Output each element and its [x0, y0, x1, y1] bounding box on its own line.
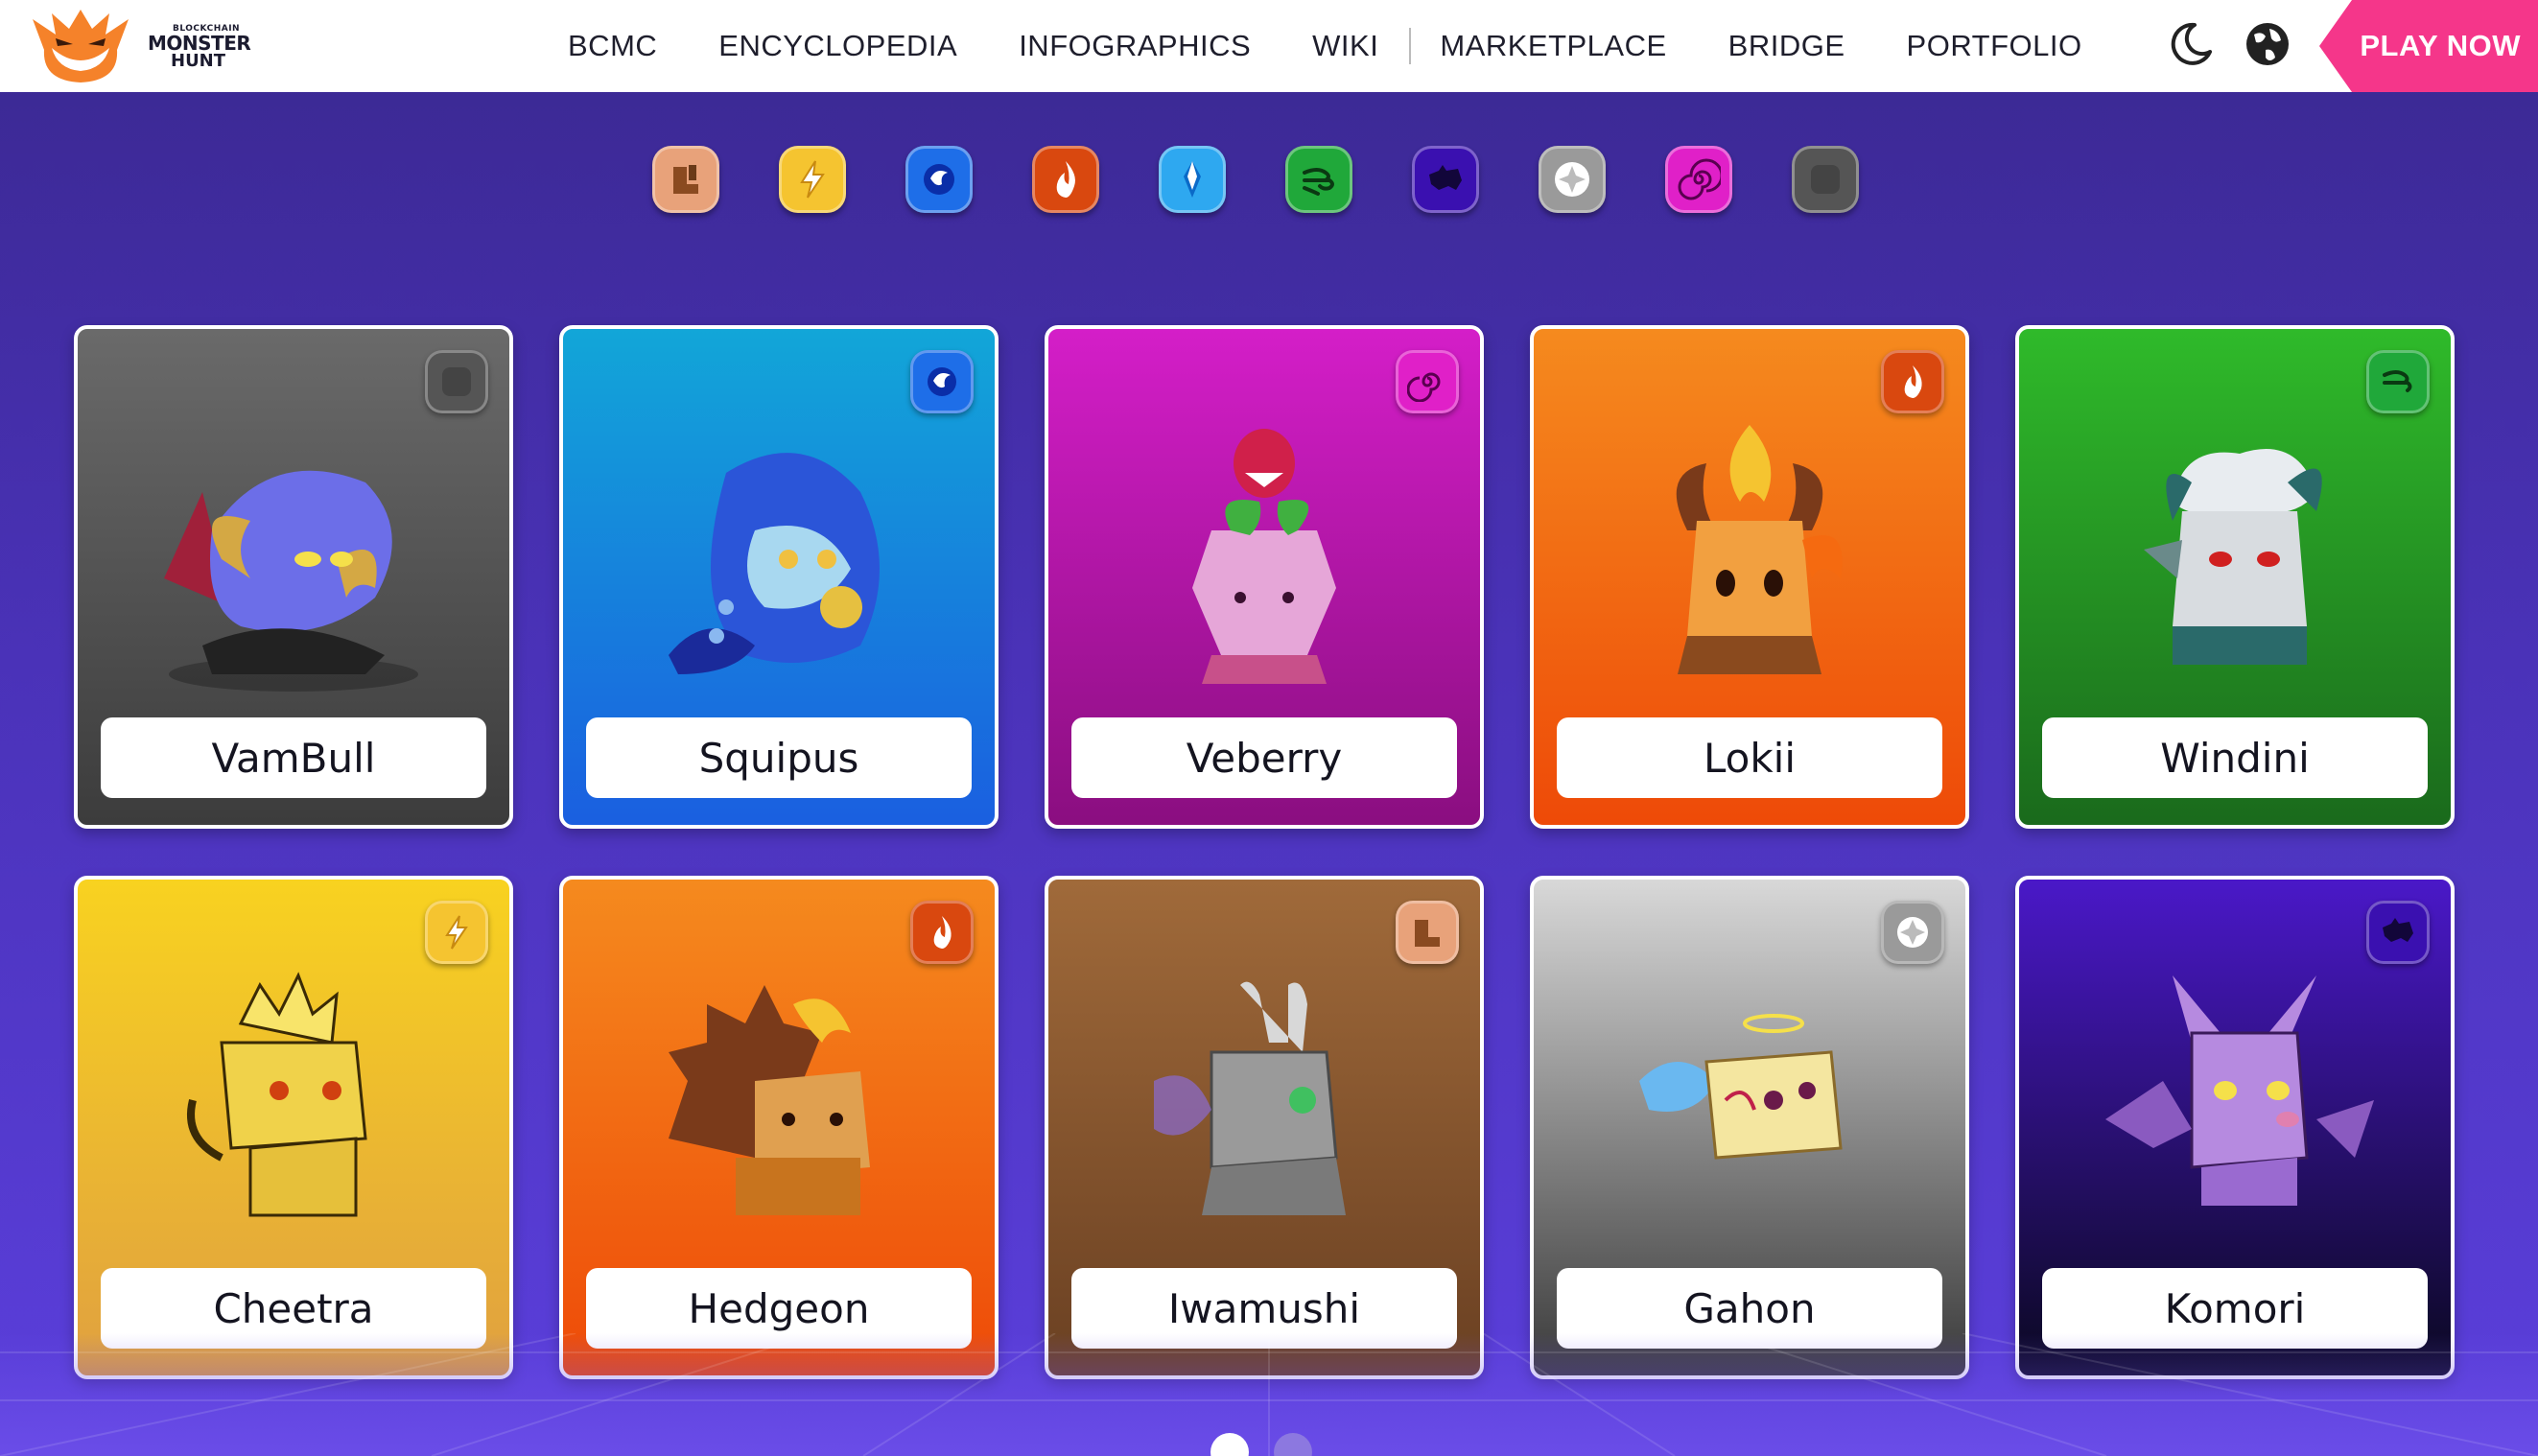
monster-name: Veberry [1071, 717, 1457, 798]
filter-light[interactable] [1539, 146, 1606, 213]
cheetra-monster-image [187, 972, 367, 1217]
filter-earth[interactable] [652, 146, 719, 213]
globe-icon[interactable] [2243, 19, 2292, 69]
bat-icon [1429, 165, 1462, 190]
spiral-icon [1407, 372, 1441, 402]
lightning-icon [800, 160, 825, 199]
element-badge [910, 901, 974, 964]
filter-ice[interactable] [1159, 146, 1226, 213]
nav-marketplace[interactable]: MARKETPLACE [1440, 29, 1666, 63]
lokii-monster-image [1676, 425, 1843, 674]
gahon-monster-image [1639, 1014, 1843, 1160]
veberry-monster-image [1192, 429, 1336, 684]
element-badge [1881, 901, 1944, 964]
monster-card[interactable]: Veberry [1045, 325, 1484, 829]
sun-icon [1555, 162, 1589, 197]
filter-water[interactable] [905, 146, 973, 213]
monster-name: VamBull [101, 717, 486, 798]
blank-icon [442, 367, 471, 396]
water-icon [928, 367, 956, 396]
fire-icon [1904, 365, 1922, 398]
element-badge [1396, 350, 1459, 413]
element-badge [425, 901, 488, 964]
komori-monster-image [2105, 975, 2374, 1206]
vambull-monster-image [164, 470, 418, 692]
element-badge [910, 350, 974, 413]
element-badge [1396, 901, 1459, 964]
nav-infographics[interactable]: INFOGRAPHICS [1019, 29, 1251, 63]
monster-hunt-logo[interactable]: BLOCKCHAIN MONSTER HUNT [23, 6, 251, 86]
filter-psychic[interactable] [1665, 146, 1732, 213]
monster-card[interactable]: Gahon [1530, 876, 1969, 1379]
main-nav: BCMC ENCYCLOPEDIA INFOGRAPHICS WIKI MARK… [537, 0, 2113, 92]
monster-name: Squipus [586, 717, 972, 798]
sun-icon [1897, 917, 1928, 948]
monster-card-grid: VamBull Squipus Veberry Lokii Windini Ch… [74, 325, 2455, 1380]
nav-wiki[interactable]: WIKI [1312, 29, 1378, 63]
windini-monster-image [2144, 449, 2322, 665]
element-badge [2366, 350, 2430, 413]
nav-portfolio[interactable]: PORTFOLIO [1907, 29, 2082, 63]
monster-name: Lokii [1557, 717, 1942, 798]
boots-icon [673, 165, 698, 194]
monster-name: Windini [2042, 717, 2428, 798]
squipus-monster-image [669, 453, 880, 674]
wind-icon [2383, 370, 2412, 392]
monster-mascot-icon [33, 10, 129, 82]
fire-icon [1056, 161, 1075, 198]
filter-wind[interactable] [1285, 146, 1352, 213]
filter-dark[interactable] [1412, 146, 1479, 213]
wind-icon [1303, 168, 1334, 196]
blank-icon [1811, 165, 1840, 194]
top-navbar: BLOCKCHAIN MONSTER HUNT BCMC ENCYCLOPEDI… [0, 0, 2538, 92]
fire-icon [933, 916, 952, 949]
monster-card[interactable]: VamBull [74, 325, 513, 829]
monster-card[interactable]: Iwamushi [1045, 876, 1484, 1379]
boots-icon [1415, 920, 1440, 947]
spiral-icon [1678, 158, 1721, 200]
monster-card[interactable]: Cheetra [74, 876, 513, 1379]
monster-card[interactable]: Windini [2015, 325, 2455, 829]
logo-line1: MONSTER [148, 32, 251, 55]
filter-fire[interactable] [1032, 146, 1099, 213]
filter-normal[interactable] [1792, 146, 1859, 213]
pagination [1210, 1433, 1312, 1456]
monster-card[interactable]: Squipus [559, 325, 999, 829]
nav-bridge[interactable]: BRIDGE [1728, 29, 1845, 63]
logo-wordmark: BLOCKCHAIN MONSTER HUNT [148, 25, 251, 71]
nav-bcmc[interactable]: BCMC [568, 29, 657, 63]
monster-card[interactable]: Hedgeon [559, 876, 999, 1379]
iwamushi-monster-image [1154, 981, 1346, 1215]
lightning-icon [445, 915, 468, 950]
crystal-icon [1184, 161, 1201, 198]
filter-electric[interactable] [779, 146, 846, 213]
page-dot-active[interactable] [1210, 1433, 1249, 1456]
element-badge [1881, 350, 1944, 413]
element-filter-bar [652, 146, 1859, 213]
nav-divider [1409, 28, 1412, 64]
bat-icon [2383, 918, 2413, 942]
water-icon [924, 164, 954, 195]
monster-card[interactable]: Lokii [1530, 325, 1969, 829]
element-badge [2366, 901, 2430, 964]
page-dot[interactable] [1274, 1433, 1312, 1456]
play-now-button[interactable]: PLAY NOW [2319, 0, 2538, 92]
nav-encyclopedia[interactable]: ENCYCLOPEDIA [718, 29, 957, 63]
moon-icon[interactable] [2166, 19, 2216, 69]
element-badge [425, 350, 488, 413]
hedgeon-monster-image [669, 985, 870, 1215]
monster-card[interactable]: Komori [2015, 876, 2455, 1379]
logo-line2: HUNT [171, 51, 226, 71]
